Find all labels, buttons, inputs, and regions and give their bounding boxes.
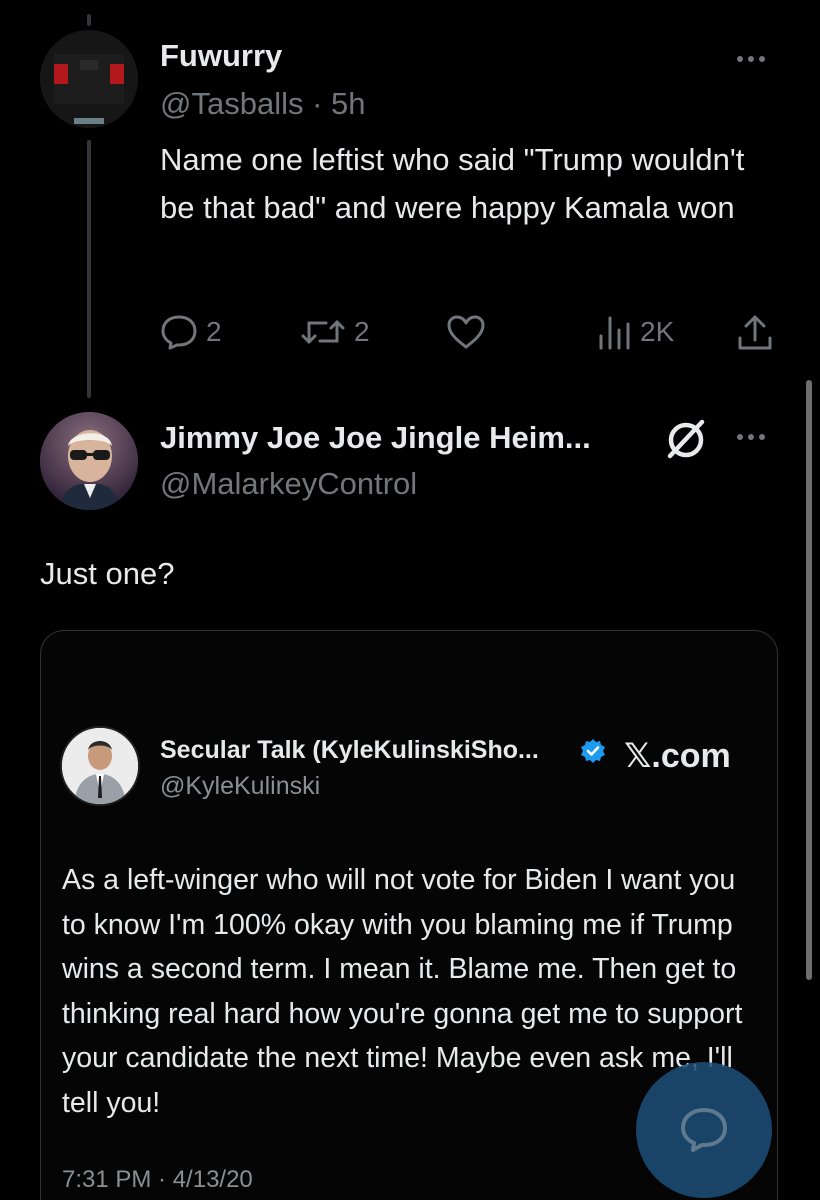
quoted-author-name: Secular Talk (KyleKulinskiSho... [160, 736, 539, 764]
tweet-text: Just one? [40, 556, 175, 591]
verified-badge-icon [581, 739, 605, 763]
views-count: 2K [640, 316, 675, 347]
avatar-malarkeycontrol[interactable] [40, 412, 138, 510]
slashed-circle-icon [667, 419, 705, 459]
like-icon [447, 315, 485, 349]
tweet-text: Name one leftist who said "Trump wouldn'… [160, 142, 745, 225]
more-options-icon[interactable] [737, 434, 765, 440]
share-icon [738, 315, 772, 350]
reply-count: 2 [206, 316, 222, 347]
views-button[interactable]: 2K [596, 314, 674, 350]
quoted-timestamp: 7:31 PM · 4/13/20 [62, 1166, 253, 1193]
more-options-icon[interactable] [737, 56, 765, 62]
x-com-watermark: 𝕏.com [624, 737, 731, 775]
like-button[interactable] [446, 314, 486, 350]
author-handle[interactable]: @MalarkeyControl [160, 466, 417, 502]
compose-reply-button[interactable] [636, 1062, 772, 1198]
thread-line [87, 140, 91, 398]
author-name[interactable]: Jimmy Joe Joe Jingle Heim... [160, 420, 591, 456]
author-handle-time[interactable]: @Tasballs · 5h [160, 86, 366, 122]
views-icon [599, 316, 630, 350]
author-name[interactable]: Fuwurry [160, 38, 282, 74]
avatar-fuwurry[interactable] [40, 30, 138, 128]
scrollbar[interactable] [806, 380, 812, 980]
compose-reply-icon [681, 1108, 727, 1152]
thread-line-top [87, 14, 91, 26]
reply-button[interactable]: 2 [160, 314, 222, 350]
retweet-icon [301, 320, 345, 344]
quoted-author-handle: @KyleKulinski [160, 772, 321, 800]
reply-icon [161, 315, 197, 350]
share-button[interactable] [736, 314, 774, 352]
avatar-kylekulinski [60, 726, 140, 806]
retweet-button[interactable]: 2 [300, 314, 370, 350]
retweet-count: 2 [354, 316, 370, 347]
